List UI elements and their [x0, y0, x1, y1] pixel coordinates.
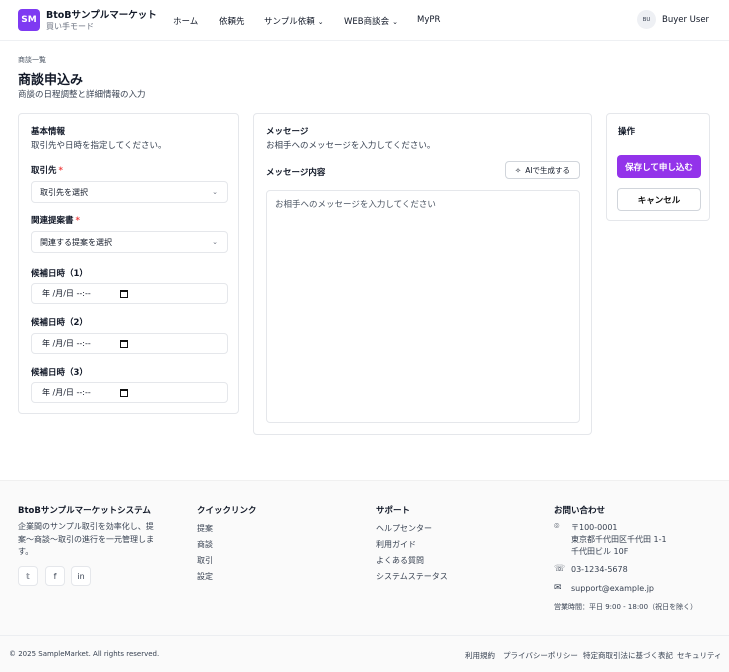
footer-phone[interactable]: 03-1234-5678: [571, 565, 628, 574]
footer-company-description: 企業間のサンプル取引を効率化し、提案〜商談〜取引の進行を一元管理します。: [18, 522, 154, 556]
footer-support-title: サポート: [376, 506, 411, 516]
security-link[interactable]: セキュリティ: [677, 650, 722, 661]
proposal-label-text: 関連提案書: [31, 216, 74, 226]
calendar-icon[interactable]: [120, 290, 128, 298]
footer-quick-title: クイックリンク: [197, 506, 257, 516]
footer-address1: 東京都千代田区千代田 1-1: [571, 535, 667, 544]
nav-mypr[interactable]: MyPR: [417, 15, 440, 25]
actions-title: 操作: [618, 127, 636, 137]
partner-select-value: 取引先を選択: [40, 187, 88, 197]
chevron-down-icon: ⌄: [212, 188, 218, 196]
footer-link-settings[interactable]: 設定: [197, 571, 213, 582]
chevron-down-icon: ⌄: [317, 18, 324, 26]
nav-mypr-label: MyPR: [417, 15, 441, 25]
ai-generate-button[interactable]: ✧ AIで生成する: [505, 161, 580, 179]
message-content-label: メッセージ内容: [266, 168, 326, 178]
submit-button[interactable]: 保存して申し込む: [617, 155, 701, 178]
logo[interactable]: SM: [18, 9, 40, 31]
footer-postal: 〒100-0001: [571, 523, 618, 532]
message-placeholder: お相手へのメッセージを入力してください: [275, 200, 436, 210]
date1-input[interactable]: 年 /月/日 --:--: [31, 283, 228, 304]
nav-suppliers-label: 依頼先: [219, 17, 245, 27]
date1-label: 候補日時（1）: [31, 269, 88, 279]
footer-link-proposal[interactable]: 提案: [197, 523, 213, 534]
brand-name: BtoBサンプルマーケット: [46, 10, 157, 21]
basic-info-title: 基本情報: [31, 127, 66, 137]
privacy-link[interactable]: プライバシーポリシー: [503, 650, 578, 661]
footer-link-guide[interactable]: 利用ガイド: [376, 539, 416, 550]
proposal-select[interactable]: 関連する提案を選択 ⌄: [31, 231, 228, 253]
calendar-icon[interactable]: [120, 389, 128, 397]
required-mark: *: [58, 166, 63, 176]
date2-placeholder: 年 /月/日 --:--: [42, 339, 91, 348]
footer-link-status[interactable]: システムステータス: [376, 571, 448, 582]
ai-generate-label: AIで生成する: [525, 165, 571, 175]
brand-mode: 買い手モード: [46, 22, 94, 31]
proposal-label: 関連提案書 *: [31, 214, 80, 226]
avatar[interactable]: BU: [637, 10, 656, 29]
mail-icon: ✉: [554, 583, 562, 593]
nav-sample-request[interactable]: サンプル依頼 ⌄: [264, 15, 324, 27]
twitter-icon[interactable]: 𝕥: [18, 566, 38, 586]
partner-label-text: 取引先: [31, 166, 57, 176]
required-mark: *: [75, 216, 80, 226]
footer-link-deal[interactable]: 取引: [197, 555, 213, 566]
brand[interactable]: BtoBサンプルマーケット 買い手モード: [46, 10, 157, 32]
cancel-button[interactable]: キャンセル: [617, 188, 701, 211]
page-title: 商談申込み: [18, 73, 84, 88]
nav-web-meeting-label: WEB商談会: [344, 17, 390, 27]
location-icon: ⌾: [554, 522, 560, 532]
footer-hours: 営業時間：平日 9:00 - 18:00（祝日を除く）: [554, 603, 698, 611]
footer-link-help[interactable]: ヘルプセンター: [376, 523, 432, 534]
date3-placeholder: 年 /月/日 --:--: [42, 388, 91, 397]
footer-link-meeting[interactable]: 商談: [197, 539, 213, 550]
nav-web-meeting[interactable]: WEB商談会 ⌄: [344, 15, 398, 27]
calendar-icon[interactable]: [120, 340, 128, 348]
message-description: お相手へのメッセージを入力してください。: [266, 141, 436, 151]
date2-label: 候補日時（2）: [31, 318, 88, 328]
partner-label: 取引先 *: [31, 164, 63, 176]
copyright: © 2025 SampleMarket. All rights reserved…: [9, 650, 160, 658]
terms-link[interactable]: 利用規約: [465, 650, 495, 661]
date3-label: 候補日時（3）: [31, 368, 88, 378]
top-header: SM BtoBサンプルマーケット 買い手モード ホーム 依頼先 サンプル依頼 ⌄ …: [0, 0, 729, 41]
chevron-down-icon: ⌄: [392, 18, 398, 26]
footer-address2: 千代田ビル 10F: [571, 547, 629, 556]
proposal-select-value: 関連する提案を選択: [40, 237, 112, 247]
message-title: メッセージ: [266, 127, 309, 137]
commerce-law-link[interactable]: 特定商取引法に基づく表記: [583, 650, 673, 661]
partner-select[interactable]: 取引先を選択 ⌄: [31, 181, 228, 203]
page-subtitle: 商談の日程調整と詳細情報の入力: [18, 90, 146, 100]
facebook-icon[interactable]: f: [45, 566, 65, 586]
nav-suppliers[interactable]: 依頼先: [219, 15, 245, 27]
basic-info-description: 取引先や日時を指定してください。: [31, 141, 167, 151]
date2-input[interactable]: 年 /月/日 --:--: [31, 333, 228, 354]
chevron-down-icon: ⌄: [212, 238, 218, 246]
linkedin-icon[interactable]: in: [71, 566, 91, 586]
breadcrumb[interactable]: 商談一覧: [18, 55, 46, 65]
phone-icon: ☏: [554, 564, 566, 574]
nav-home-label: ホーム: [173, 17, 199, 27]
basic-info-card: 基本情報 取引先や日時を指定してください。 取引先 * 取引先を選択 ⌄ 関連提案…: [18, 113, 239, 414]
message-textarea[interactable]: お相手へのメッセージを入力してください: [266, 190, 580, 423]
sparkle-icon: ✧: [514, 165, 522, 175]
nav-sample-request-label: サンプル依頼: [264, 17, 315, 27]
user-name[interactable]: Buyer User: [662, 15, 709, 25]
footer-contact-title: お問い合わせ: [554, 506, 606, 516]
actions-card: 操作 保存して申し込む キャンセル: [606, 113, 710, 221]
message-card: メッセージ お相手へのメッセージを入力してください。 メッセージ内容 ✧ AIで…: [253, 113, 592, 435]
date1-placeholder: 年 /月/日 --:--: [42, 289, 91, 298]
date3-input[interactable]: 年 /月/日 --:--: [31, 382, 228, 403]
footer-email[interactable]: support@example.jp: [571, 584, 654, 593]
footer-link-faq[interactable]: よくある質問: [376, 555, 424, 566]
footer-divider: [0, 635, 729, 636]
nav-home[interactable]: ホーム: [173, 15, 198, 27]
footer: BtoBサンプルマーケットシステム 企業間のサンプル取引を効率化し、提案〜商談〜…: [0, 480, 729, 672]
footer-company-title: BtoBサンプルマーケットシステム: [18, 506, 151, 516]
